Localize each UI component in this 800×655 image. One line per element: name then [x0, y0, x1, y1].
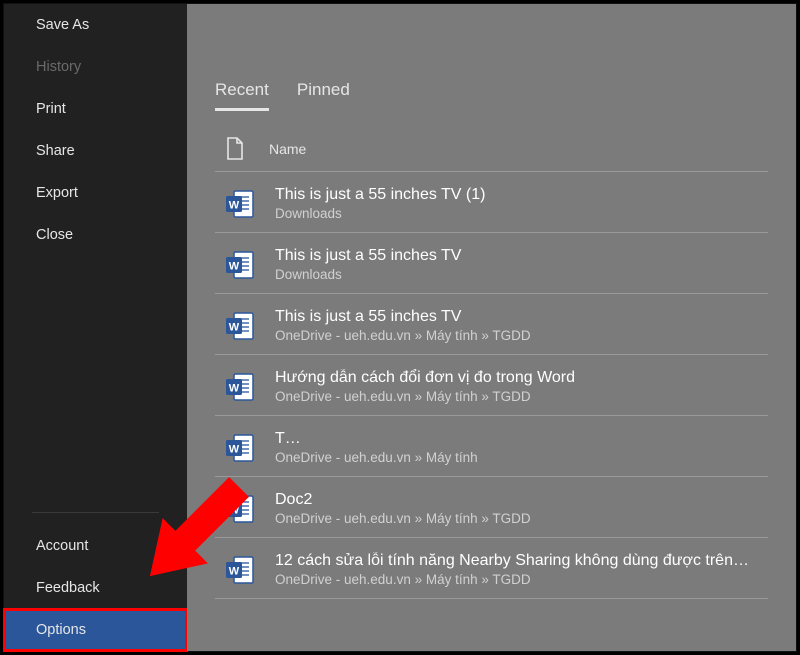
- sidebar-item-label: Export: [36, 185, 78, 201]
- file-row[interactable]: W T… OneDrive - ueh.edu.vn » Máy tính: [215, 416, 768, 477]
- file-path: OneDrive - ueh.edu.vn » Máy tính » TGDD: [275, 572, 758, 587]
- file-path: OneDrive - ueh.edu.vn » Máy tính » TGDD: [275, 389, 758, 404]
- svg-text:W: W: [229, 199, 240, 211]
- file-list-header[interactable]: Name: [215, 131, 768, 172]
- file-title: Doc2: [275, 491, 758, 509]
- tab-pinned[interactable]: Pinned: [297, 80, 350, 111]
- file-row[interactable]: W This is just a 55 inches TV OneDrive -…: [215, 294, 768, 355]
- sidebar-item-label: History: [36, 59, 81, 75]
- sidebar-item-label: Print: [36, 101, 66, 117]
- word-doc-icon: W: [225, 311, 255, 341]
- sidebar-item-account[interactable]: Account: [4, 525, 187, 567]
- sidebar-item-label: Feedback: [36, 580, 100, 596]
- sidebar-divider: [32, 512, 159, 513]
- sidebar-item-options[interactable]: Options: [4, 609, 187, 651]
- file-path: Downloads: [275, 206, 758, 221]
- word-doc-icon: W: [225, 494, 255, 524]
- sidebar-item-label: Account: [36, 538, 88, 554]
- document-generic-icon: [225, 137, 245, 161]
- sidebar-item-label: Save As: [36, 17, 89, 33]
- file-row[interactable]: W Hướng dẫn cách đổi đơn vị đo trong Wor…: [215, 355, 768, 416]
- svg-text:W: W: [229, 443, 240, 455]
- file-title: T…: [275, 430, 758, 448]
- file-row[interactable]: W This is just a 55 inches TV (1) Downlo…: [215, 172, 768, 233]
- file-path: OneDrive - ueh.edu.vn » Máy tính: [275, 450, 758, 465]
- file-row[interactable]: W Doc2 OneDrive - ueh.edu.vn » Máy tính …: [215, 477, 768, 538]
- sidebar-bottom-group: Account Feedback Options: [4, 521, 187, 651]
- sidebar-item-history: History: [4, 46, 187, 88]
- word-doc-icon: W: [225, 189, 255, 219]
- word-doc-icon: W: [225, 433, 255, 463]
- file-path: OneDrive - ueh.edu.vn » Máy tính » TGDD: [275, 328, 758, 343]
- file-title: 12 cách sửa lỗi tính năng Nearby Sharing…: [275, 552, 758, 570]
- sidebar-item-label: Options: [36, 622, 86, 638]
- file-row[interactable]: W This is just a 55 inches TV Downloads: [215, 233, 768, 294]
- sidebar-top-group: Save As History Print Share Export Close: [4, 4, 187, 256]
- svg-text:W: W: [229, 565, 240, 577]
- svg-text:W: W: [229, 504, 240, 516]
- recent-files-list: W This is just a 55 inches TV (1) Downlo…: [215, 172, 768, 599]
- sidebar-item-share[interactable]: Share: [4, 130, 187, 172]
- sidebar-item-label: Close: [36, 227, 73, 243]
- svg-text:W: W: [229, 260, 240, 272]
- column-name-label: Name: [269, 141, 306, 157]
- file-path: Downloads: [275, 267, 758, 282]
- file-path: OneDrive - ueh.edu.vn » Máy tính » TGDD: [275, 511, 758, 526]
- backstage-sidebar: Save As History Print Share Export Close…: [4, 4, 187, 651]
- tab-recent[interactable]: Recent: [215, 80, 269, 111]
- main-panel: Recent Pinned Name W This: [187, 4, 796, 651]
- recent-pinned-tabs: Recent Pinned: [215, 4, 768, 111]
- sidebar-item-feedback[interactable]: Feedback: [4, 567, 187, 609]
- word-doc-icon: W: [225, 250, 255, 280]
- file-title: Hướng dẫn cách đổi đơn vị đo trong Word: [275, 369, 758, 387]
- file-title: This is just a 55 inches TV (1): [275, 186, 758, 204]
- sidebar-item-save-as[interactable]: Save As: [4, 4, 187, 46]
- sidebar-item-export[interactable]: Export: [4, 172, 187, 214]
- svg-text:W: W: [229, 321, 240, 333]
- sidebar-item-print[interactable]: Print: [4, 88, 187, 130]
- sidebar-item-label: Share: [36, 143, 75, 159]
- file-title: This is just a 55 inches TV: [275, 308, 758, 326]
- sidebar-item-close[interactable]: Close: [4, 214, 187, 256]
- file-row[interactable]: W 12 cách sửa lỗi tính năng Nearby Shari…: [215, 538, 768, 599]
- file-title: This is just a 55 inches TV: [275, 247, 758, 265]
- word-doc-icon: W: [225, 372, 255, 402]
- svg-text:W: W: [229, 382, 240, 394]
- word-doc-icon: W: [225, 555, 255, 585]
